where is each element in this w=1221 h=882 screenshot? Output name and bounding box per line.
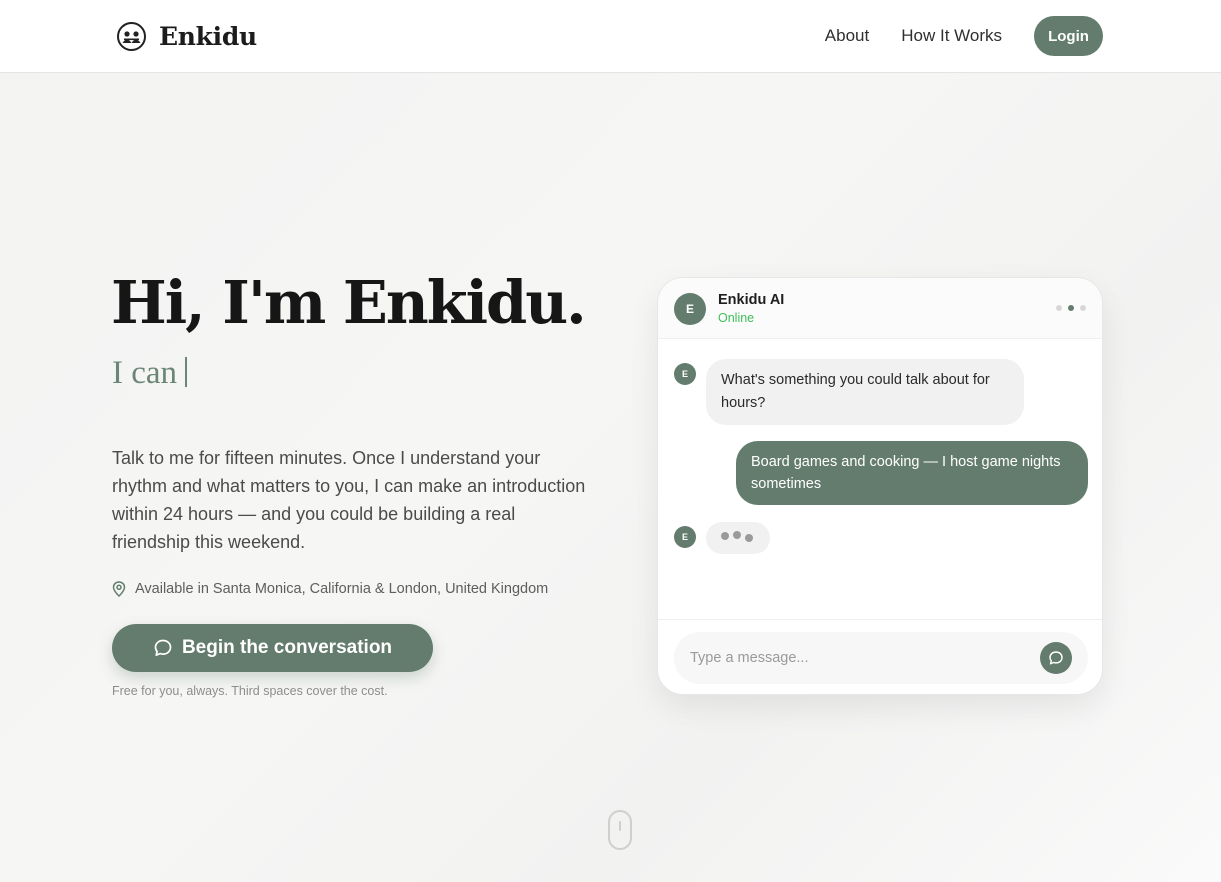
site-header: Enkidu About How It Works Login <box>0 0 1221 73</box>
chat-preview-card: E Enkidu AI Online E What's something yo… <box>657 277 1103 695</box>
typing-dot <box>745 534 753 542</box>
main-nav: About How It Works Login <box>825 16 1103 56</box>
chat-header: E Enkidu AI Online <box>658 278 1102 339</box>
chat-send-icon <box>1049 651 1063 665</box>
typing-indicator <box>706 522 770 554</box>
send-button[interactable] <box>1040 642 1072 674</box>
typing-dot <box>721 532 729 540</box>
chat-composer <box>658 619 1102 694</box>
cta-note: Free for you, always. Third spaces cover… <box>112 684 388 698</box>
nav-how-it-works-link[interactable]: How It Works <box>901 26 1002 46</box>
hero-subtitle: I can <box>112 355 188 392</box>
brand[interactable]: Enkidu <box>117 20 257 52</box>
user-message-bubble: Board games and cooking — I host game ni… <box>736 441 1088 505</box>
chat-name: Enkidu AI <box>718 292 785 308</box>
hero-description: Talk to me for fifteen minutes. Once I u… <box>112 448 586 552</box>
chat-status: Online <box>718 311 755 325</box>
begin-conversation-button[interactable]: Begin the conversation <box>112 624 433 672</box>
pager-dot[interactable] <box>1056 305 1062 311</box>
chat-avatar: E <box>674 293 706 325</box>
brand-name: Enkidu <box>159 21 257 51</box>
friends-logo-icon <box>117 21 146 51</box>
location-pin-icon <box>112 581 126 597</box>
typing-caret <box>185 357 188 387</box>
typing-dot <box>733 531 741 539</box>
cta-label: Begin the conversation <box>181 637 393 658</box>
availability-text: Available in Santa Monica, California & … <box>135 581 549 597</box>
message-avatar: E <box>674 363 696 385</box>
pager-dot-active[interactable] <box>1068 305 1074 311</box>
scroll-wheel <box>619 821 621 831</box>
login-button[interactable]: Login <box>1034 16 1103 56</box>
nav-about-link[interactable]: About <box>825 26 869 46</box>
availability-line: Available in Santa Monica, California & … <box>112 581 548 597</box>
hero-title: Hi, I'm Enkidu. <box>111 268 587 337</box>
bot-message-bubble: What's something you could talk about fo… <box>706 359 1024 425</box>
scroll-down-mouse-icon[interactable] <box>608 810 632 850</box>
pager-dot[interactable] <box>1080 305 1086 311</box>
hero-subtitle-text: I can <box>112 355 178 391</box>
chat-pager-dots[interactable] <box>1050 305 1086 311</box>
typing-avatar: E <box>674 526 696 548</box>
chat-bubble-icon <box>154 639 172 657</box>
message-input[interactable] <box>674 632 1088 684</box>
